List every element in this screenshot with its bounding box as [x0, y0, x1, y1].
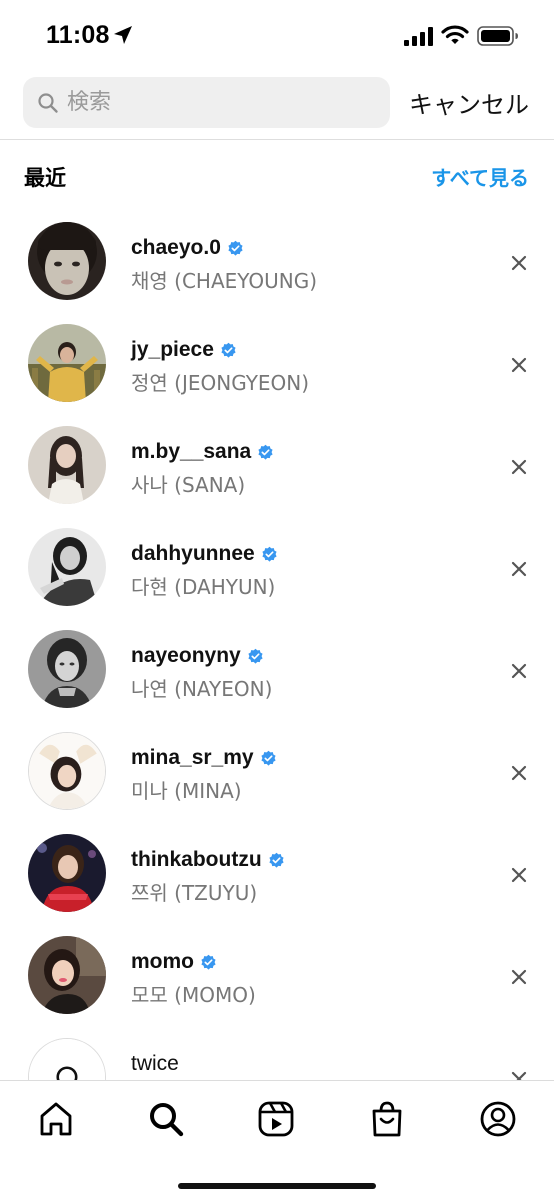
username-row: mina_sr_my	[131, 746, 277, 770]
status-bar: 11:08	[0, 0, 554, 72]
username: momo	[131, 950, 194, 973]
username: mina_sr_my	[131, 746, 254, 769]
avatar[interactable]	[28, 222, 106, 300]
recent-section-title: 最近	[24, 166, 66, 190]
header-divider	[0, 139, 554, 140]
verified-badge-icon	[268, 852, 285, 869]
avatar[interactable]	[28, 426, 106, 504]
avatar[interactable]	[28, 834, 106, 912]
full-name: 채영 (CHAEYOUNG)	[131, 269, 318, 293]
verified-badge-icon	[257, 444, 274, 461]
username: jy_piece	[131, 338, 214, 361]
search-icon[interactable]	[146, 1099, 186, 1139]
remove-recent-icon[interactable]	[508, 660, 530, 682]
home-indicator	[178, 1183, 376, 1189]
search-icon	[38, 93, 58, 113]
avatar[interactable]	[28, 630, 106, 708]
home-icon[interactable]	[36, 1099, 76, 1139]
battery-icon	[477, 26, 518, 46]
profile-icon[interactable]	[478, 1099, 518, 1139]
username: nayeonyny	[131, 644, 241, 667]
avatar[interactable]	[28, 732, 106, 810]
recent-list: chaeyo.0 채영 (CHAEYOUNG) jy_piece 정연 (JEO…	[0, 212, 554, 1080]
verified-badge-icon	[220, 342, 237, 359]
search-box[interactable]	[23, 77, 390, 128]
list-item[interactable]: m.by__sana 사나 (SANA)	[0, 416, 554, 518]
list-item[interactable]: dahhyunnee 다현 (DAHYUN)	[0, 518, 554, 620]
full-name: 다현 (DAHYUN)	[131, 575, 276, 599]
list-item[interactable]: momo 모모 (MOMO)	[0, 926, 554, 1028]
verified-badge-icon	[227, 240, 244, 257]
shop-icon[interactable]	[367, 1099, 407, 1139]
username-row: chaeyo.0	[131, 236, 244, 260]
search-screen: 11:08 キャンセル 最近 すべて見る	[0, 0, 554, 1200]
remove-recent-icon[interactable]	[508, 252, 530, 274]
see-all-link[interactable]: すべて見る	[431, 162, 529, 191]
username: m.by__sana	[131, 440, 252, 463]
full-name: 쯔위 (TZUYU)	[131, 881, 258, 905]
username-row: nayeonyny	[131, 644, 264, 668]
search-history-avatar[interactable]	[28, 1038, 106, 1080]
username-row: twice	[131, 1052, 179, 1076]
username-row: m.by__sana	[131, 440, 274, 464]
username: thinkaboutzu	[131, 848, 262, 871]
username: dahhyunnee	[131, 542, 255, 565]
remove-recent-icon[interactable]	[508, 864, 530, 886]
location-arrow-icon	[114, 26, 132, 44]
verified-badge-icon	[261, 546, 278, 563]
search-term: twice	[131, 1052, 179, 1075]
cellular-signal-icon	[404, 27, 433, 46]
username: chaeyo.0	[131, 236, 221, 259]
cancel-button[interactable]: キャンセル	[409, 85, 529, 120]
avatar[interactable]	[28, 528, 106, 606]
list-item[interactable]: nayeonyny 나연 (NAYEON)	[0, 620, 554, 722]
list-item[interactable]: twice	[0, 1028, 554, 1080]
remove-recent-icon[interactable]	[508, 762, 530, 784]
remove-recent-icon[interactable]	[508, 1068, 530, 1080]
list-item[interactable]: thinkaboutzu 쯔위 (TZUYU)	[0, 824, 554, 926]
username-row: momo	[131, 950, 217, 974]
list-item[interactable]: mina_sr_my 미나 (MINA)	[0, 722, 554, 824]
list-item[interactable]: jy_piece 정연 (JEONGYEON)	[0, 314, 554, 416]
avatar[interactable]	[28, 936, 106, 1014]
remove-recent-icon[interactable]	[508, 558, 530, 580]
username-row: jy_piece	[131, 338, 237, 362]
list-item[interactable]: chaeyo.0 채영 (CHAEYOUNG)	[0, 212, 554, 314]
search-input[interactable]	[67, 77, 367, 128]
username-row: dahhyunnee	[131, 542, 278, 566]
status-time: 11:08	[46, 21, 110, 49]
reels-icon[interactable]	[256, 1099, 296, 1139]
verified-badge-icon	[260, 750, 277, 767]
remove-recent-icon[interactable]	[508, 354, 530, 376]
full-name: 모모 (MOMO)	[131, 983, 256, 1007]
verified-badge-icon	[247, 648, 264, 665]
remove-recent-icon[interactable]	[508, 966, 530, 988]
full-name: 사나 (SANA)	[131, 473, 246, 497]
full-name: 정연 (JEONGYEON)	[131, 371, 310, 395]
verified-badge-icon	[200, 954, 217, 971]
remove-recent-icon[interactable]	[508, 456, 530, 478]
full-name: 미나 (MINA)	[131, 779, 242, 803]
wifi-icon	[441, 25, 469, 44]
full-name: 나연 (NAYEON)	[131, 677, 273, 701]
username-row: thinkaboutzu	[131, 848, 285, 872]
avatar[interactable]	[28, 324, 106, 402]
tab-bar	[0, 1080, 554, 1200]
